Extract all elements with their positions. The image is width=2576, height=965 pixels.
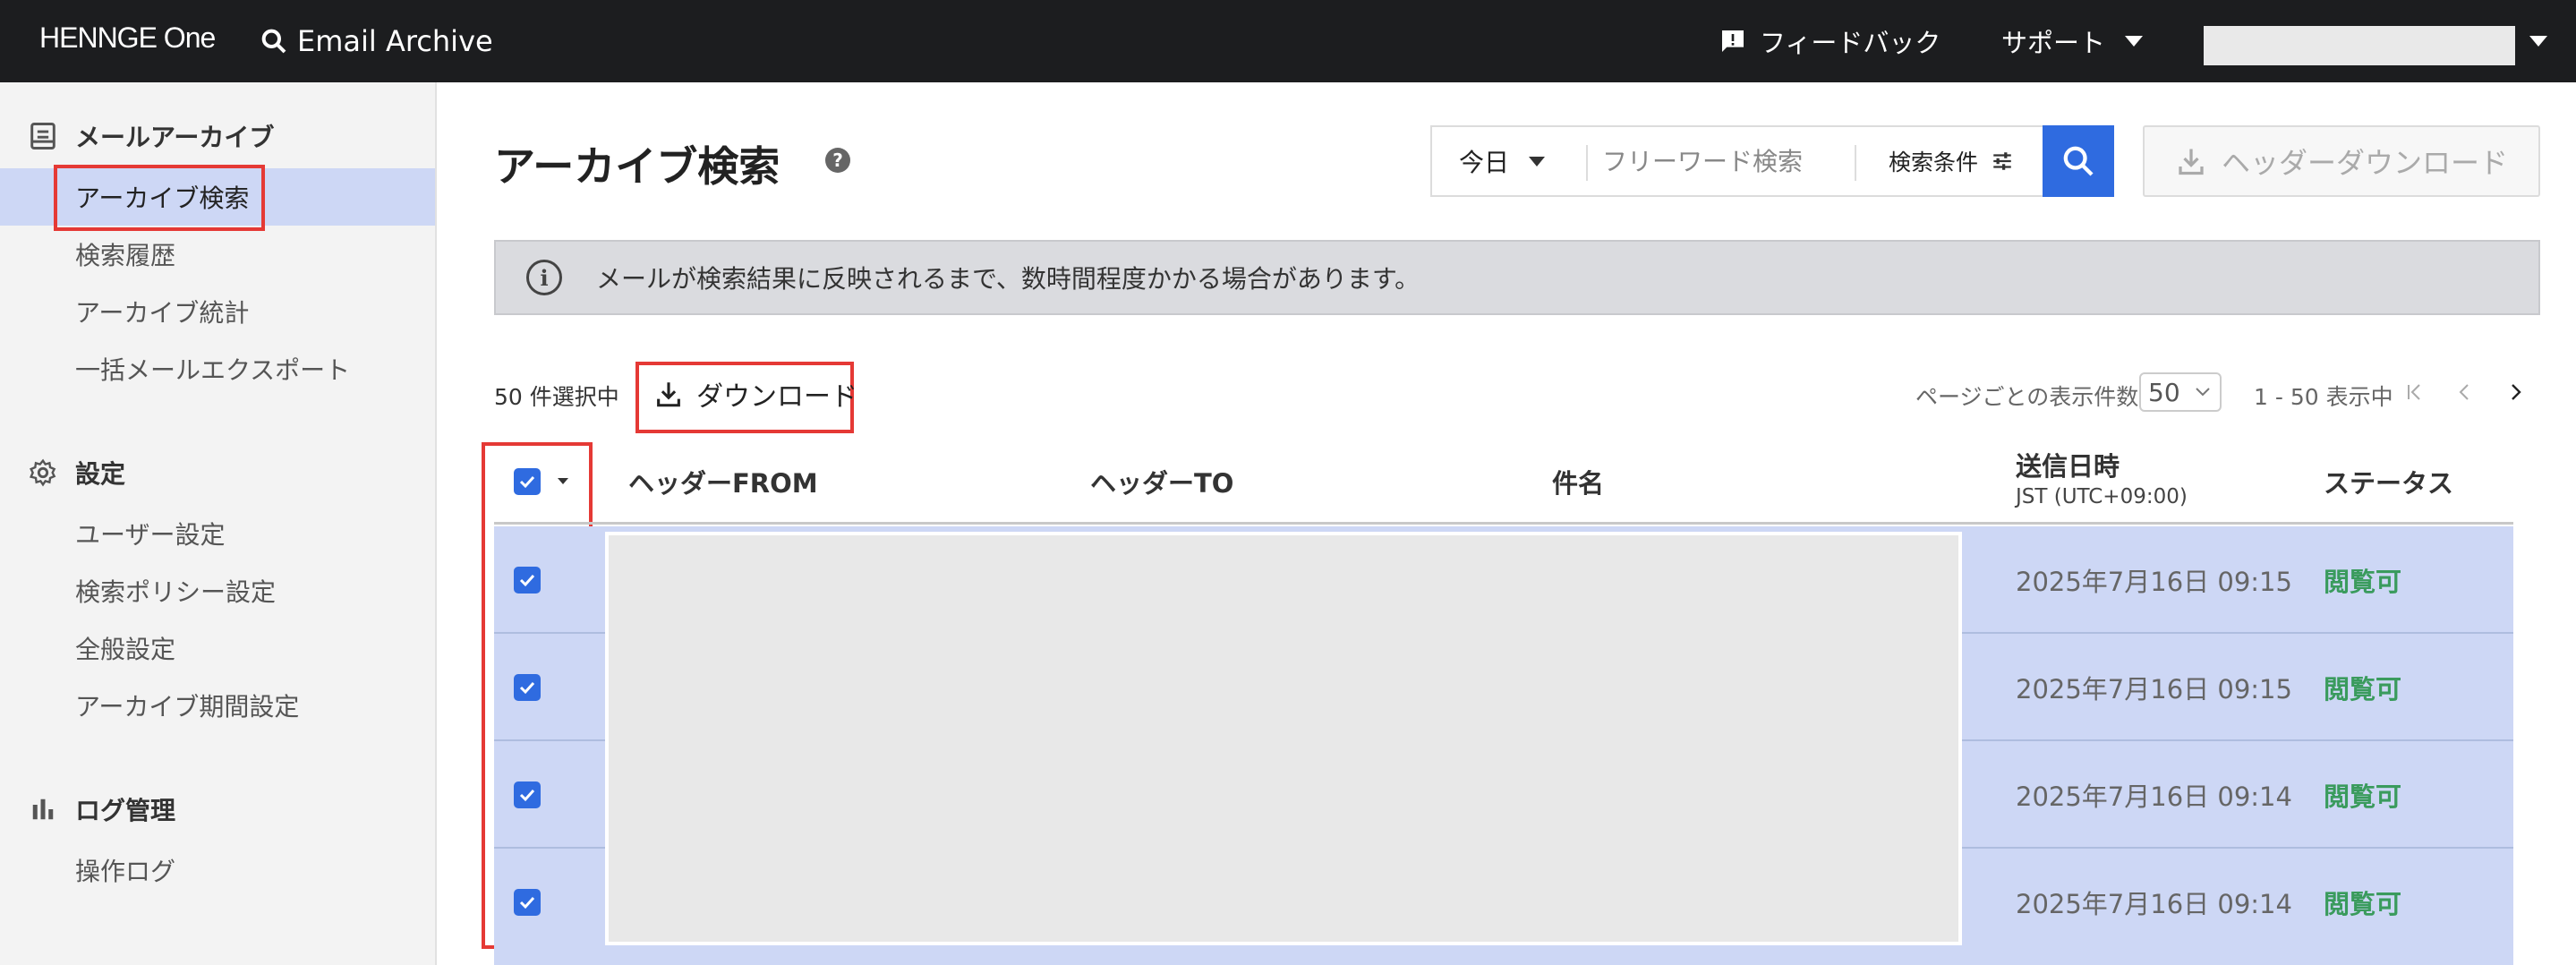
selected-count: 50 件選択中 <box>494 384 619 410</box>
sidebar-item-archive-period[interactable]: アーカイブ期間設定 <box>75 686 299 725</box>
free-word-search-input[interactable] <box>1602 140 1844 183</box>
search-bar: 今日 検索条件 <box>1430 125 2043 197</box>
sidebar-item-general-settings[interactable]: 全般設定 <box>75 628 175 668</box>
search-button[interactable] <box>2043 125 2114 197</box>
chevron-right-icon <box>2512 384 2521 400</box>
sidebar-section-log-management: ログ管理 <box>27 788 175 831</box>
prev-page-button[interactable] <box>2449 376 2481 408</box>
caret-down-icon[interactable] <box>557 477 569 486</box>
sidebar-item-operation-log[interactable]: 操作ログ <box>75 850 175 890</box>
search-icon <box>261 29 286 54</box>
download-button[interactable]: ダウンロード <box>653 372 857 415</box>
date-range-value: 今日 <box>1459 148 1510 177</box>
sidebar-item-user-settings[interactable]: ユーザー設定 <box>75 514 225 553</box>
row-checkbox[interactable] <box>514 889 541 916</box>
chevron-left-icon <box>2459 384 2469 400</box>
first-page-button[interactable] <box>2399 376 2431 408</box>
feedback-icon <box>1722 30 1744 52</box>
row-sent-date: 2025年7月16日 09:15 <box>2016 674 2292 705</box>
feedback-label: フィードバック <box>1760 28 1941 58</box>
download-label: ダウンロード <box>696 381 857 413</box>
date-range-select[interactable]: 今日 <box>1459 127 1546 195</box>
select-all-checkbox[interactable] <box>514 468 541 495</box>
feedback-link[interactable]: フィードバック <box>1719 20 1941 63</box>
sidebar-item-archive-stats[interactable]: アーカイブ統計 <box>75 292 249 331</box>
archive-icon <box>27 120 59 152</box>
row-status: 閲覧可 <box>2324 674 2402 705</box>
checkmark-icon <box>519 789 535 802</box>
sidebar-section-settings: 設定 <box>27 451 125 494</box>
user-menu[interactable] <box>2204 26 2515 65</box>
row-sent-date: 2025年7月16日 09:14 <box>2016 889 2292 919</box>
app-switcher[interactable]: Email Archive <box>260 20 493 63</box>
top-bar: HENNGE One Email Archive フィードバック サポート <box>0 0 2576 82</box>
column-header-subject[interactable]: 件名 <box>1552 439 1604 525</box>
search-icon <box>2063 146 2094 176</box>
henngeone-logo[interactable]: HENNGE One <box>39 21 216 55</box>
info-icon: i <box>526 260 562 295</box>
next-row-partial <box>494 954 2513 965</box>
sidebar-section-mail-archive: メールアーカイブ <box>27 115 274 158</box>
checkmark-icon <box>519 475 535 489</box>
sidebar-item-search-policy[interactable]: 検索ポリシー設定 <box>75 571 276 611</box>
support-label: サポート <box>2001 28 2106 58</box>
column-header-sent-label: 送信日時 <box>2016 451 2120 482</box>
notice-text: メールが検索結果に反映されるまで、数時間程度かかる場合があります。 <box>596 264 1420 294</box>
support-menu[interactable]: サポート <box>2001 20 2144 63</box>
bar-chart-icon <box>27 793 59 825</box>
checkmark-icon <box>519 574 535 587</box>
first-page-icon <box>2408 384 2420 400</box>
per-page-label: ページごとの表示件数 <box>1915 384 2139 410</box>
chevron-down-icon <box>2195 388 2210 397</box>
sidebar-section-title: メールアーカイブ <box>75 123 275 152</box>
row-status: 閲覧可 <box>2324 889 2402 919</box>
row-status: 閲覧可 <box>2324 567 2402 597</box>
sidebar-section-title: 設定 <box>75 459 126 489</box>
row-checkbox[interactable] <box>514 674 541 701</box>
chevron-down-icon <box>1529 156 1546 167</box>
sidebar-item-bulk-export[interactable]: 一括メールエクスポート <box>75 349 350 389</box>
search-conditions-button[interactable]: 検索条件 <box>1889 127 2014 195</box>
divider <box>1855 145 1856 181</box>
chevron-down-icon <box>2125 36 2144 47</box>
per-page-select[interactable]: 50 <box>2139 372 2222 412</box>
info-notice: i メールが検索結果に反映されるまで、数時間程度かかる場合があります。 <box>494 240 2540 315</box>
row-checkbox[interactable] <box>514 781 541 808</box>
per-page-value: 50 <box>2148 377 2180 407</box>
row-status: 閲覧可 <box>2324 781 2402 812</box>
column-header-from[interactable]: ヘッダーFROM <box>628 439 818 525</box>
checkmark-icon <box>519 896 535 909</box>
sidebar-section-title: ログ管理 <box>75 796 176 825</box>
next-page-button[interactable] <box>2499 376 2531 408</box>
column-header-sent[interactable]: 送信日時 JST (UTC+09:00) <box>2016 439 2188 525</box>
row-sent-date: 2025年7月16日 09:14 <box>2016 781 2292 812</box>
app-name-label: Email Archive <box>297 24 493 58</box>
header-download-label: ヘッダーダウンロード <box>2221 146 2508 180</box>
row-checkbox[interactable] <box>514 567 541 594</box>
page-range: 1 - 50 表示中 <box>2254 384 2393 410</box>
download-icon <box>2179 149 2204 175</box>
column-header-to[interactable]: ヘッダーTO <box>1090 439 1233 525</box>
column-header-sent-timezone: JST (UTC+09:00) <box>2016 485 2188 508</box>
redacted-content-block <box>605 532 1962 945</box>
sidebar-item-search-history[interactable]: 検索履歴 <box>75 235 175 274</box>
gear-icon <box>27 457 59 489</box>
help-icon[interactable]: ? <box>825 148 850 173</box>
search-conditions-label: 検索条件 <box>1889 149 1979 175</box>
filter-sliders-icon <box>1993 152 2011 170</box>
column-header-status[interactable]: ステータス <box>2324 439 2453 525</box>
divider <box>1586 145 1588 181</box>
highlight-box-archive-search <box>54 165 265 231</box>
select-all-control[interactable] <box>514 439 569 525</box>
header-download-button[interactable]: ヘッダーダウンロード <box>2143 125 2540 197</box>
download-icon <box>657 382 680 407</box>
checkmark-icon <box>519 681 535 695</box>
table-header: ヘッダーFROM ヘッダーTO 件名 送信日時 JST (UTC+09:00) … <box>494 439 2513 525</box>
row-sent-date: 2025年7月16日 09:15 <box>2016 567 2292 597</box>
page-title: アーカイブ検索 <box>494 142 780 191</box>
user-menu-chevron-down-icon[interactable] <box>2529 36 2547 47</box>
